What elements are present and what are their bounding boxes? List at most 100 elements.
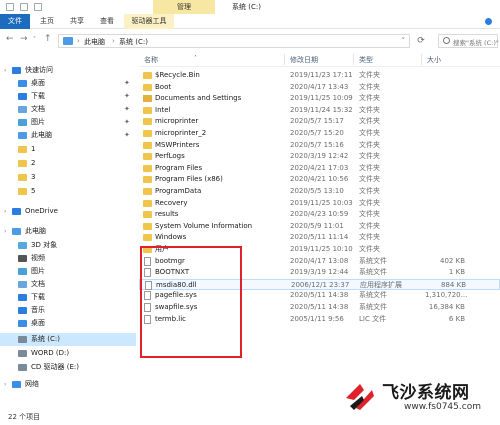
chevron-right-icon[interactable]: › (4, 225, 6, 238)
nav-item[interactable]: 音乐 (0, 304, 136, 317)
file-name: Recovery (155, 198, 188, 207)
nav-item[interactable]: 文档 ✦ (0, 103, 136, 116)
nav-item[interactable]: 5 (0, 185, 136, 198)
folder-icon (143, 188, 152, 195)
pin-icon[interactable]: ✦ (124, 77, 130, 90)
nav-item[interactable]: 图片 (0, 265, 136, 278)
nav-item[interactable]: 系统 (C:) (0, 333, 136, 346)
nav-item[interactable]: 下载 ✦ (0, 90, 136, 103)
manage-tab[interactable]: 管理 (153, 0, 215, 14)
search-input[interactable]: 搜索"系统 (C:)" (438, 34, 499, 48)
file-row[interactable]: Intel 2019/11/24 15:32 文件夹 (139, 105, 500, 117)
nav-item-label: 音乐 (31, 306, 45, 314)
folder-icon (18, 146, 27, 153)
file-row[interactable]: microprinter 2020/5/7 15:17 文件夹 (139, 116, 500, 128)
nav-item[interactable]: › 网络 (0, 378, 136, 391)
file-row[interactable]: Boot 2020/4/17 13:43 文件夹 (139, 82, 500, 94)
file-date-modified: 2020/5/7 15:17 (290, 117, 344, 126)
nav-item[interactable]: 桌面 (0, 317, 136, 330)
column-name[interactable]: 名称 (144, 55, 158, 65)
nav-item[interactable]: 1 (0, 143, 136, 156)
column-size[interactable]: 大小 (427, 55, 441, 65)
file-type: 文件夹 (359, 105, 380, 114)
help-icon[interactable] (485, 18, 492, 25)
file-row[interactable]: Windows 2020/5/11 11:14 文件夹 (139, 232, 500, 244)
file-row[interactable]: System Volume Information 2020/5/9 11:01 文… (139, 221, 500, 233)
file-row[interactable]: $Recycle.Bin 2019/11/23 17:11 文件夹 (139, 70, 500, 82)
file-name: Boot (155, 82, 172, 91)
file-row[interactable]: ProgramData 2020/5/5 13:10 文件夹 (139, 186, 500, 198)
chevron-right-icon[interactable]: › (4, 205, 6, 218)
network-icon (12, 381, 21, 388)
chevron-right-icon[interactable]: › (4, 378, 6, 391)
pin-icon[interactable]: ✦ (124, 90, 130, 103)
file-row[interactable]: microprinter_2 2020/5/7 15:20 文件夹 (139, 128, 500, 140)
nav-item[interactable]: › OneDrive (0, 205, 136, 218)
properties-icon[interactable] (20, 3, 28, 11)
file-name: ProgramData (155, 187, 202, 195)
column-date-modified[interactable]: 修改日期 (290, 55, 318, 65)
recent-dropdown-icon[interactable]: ˅ (33, 36, 36, 43)
pin-icon[interactable]: ✦ (124, 103, 130, 116)
back-arrow-icon[interactable]: ← (6, 34, 14, 44)
file-type: 文件夹 (359, 140, 380, 149)
chevron-right-icon[interactable]: › (4, 64, 6, 77)
pin-icon[interactable]: ✦ (124, 116, 130, 129)
file-date-modified: 2020/4/21 17:03 (290, 163, 349, 172)
nav-item[interactable]: 此电脑 ✦ (0, 129, 136, 142)
nav-item[interactable]: › 此电脑 (0, 225, 136, 238)
nav-item[interactable]: CD 驱动器 (E:) (0, 361, 136, 374)
folder-icon (143, 176, 152, 184)
column-type[interactable]: 类型 (359, 55, 373, 65)
file-row[interactable]: Recovery 2019/11/25 10:03 文件夹 (139, 198, 500, 210)
file-size: 1 KB (448, 268, 465, 277)
tab-home[interactable]: 主页 (33, 14, 61, 29)
up-arrow-icon[interactable]: ↑ (44, 34, 52, 44)
new-folder-icon[interactable] (34, 3, 42, 11)
file-type: 系统文件 (359, 291, 387, 300)
tab-view[interactable]: 查看 (93, 14, 121, 29)
download-icon (18, 93, 27, 100)
nav-item[interactable]: 视频 (0, 252, 136, 265)
nav-item-label: 图片 (31, 118, 45, 126)
save-icon[interactable] (6, 3, 14, 11)
tab-share[interactable]: 共享 (63, 14, 91, 29)
file-row[interactable]: results 2020/4/23 10:59 文件夹 (139, 209, 500, 221)
pin-icon[interactable]: ✦ (124, 129, 130, 142)
file-type: 文件夹 (359, 82, 380, 91)
nav-item[interactable]: 3D 对象 (0, 239, 136, 252)
file-date-modified: 2019/11/25 10:09 (290, 94, 353, 103)
nav-item[interactable]: 图片 ✦ (0, 116, 136, 129)
nav-item[interactable]: 2 (0, 157, 136, 170)
nav-item[interactable]: 3 (0, 171, 136, 184)
file-row[interactable]: Documents and Settings 2019/11/25 10:09 文件… (139, 93, 500, 105)
file-type: 文件夹 (359, 210, 380, 219)
chevron-down-icon[interactable]: ˅ (402, 37, 406, 45)
folder-icon (143, 222, 152, 230)
file-row[interactable]: MSWPrinters 2020/5/7 15:16 文件夹 (139, 140, 500, 152)
nav-item[interactable]: › 快速访问 (0, 64, 136, 77)
navigation-pane[interactable]: › 快速访问 桌面 ✦ 下载 ✦ 文档 ✦ 图片 ✦ 此电脑 ✦ 1 2 3 5 › OneDrive › 此电脑 3D… (0, 52, 138, 409)
address-bar[interactable]: › 此电脑 › 系统 (C:) ˅ (58, 34, 410, 48)
file-type: 系统文件 (359, 303, 387, 311)
refresh-icon[interactable]: ⟳ (414, 34, 428, 48)
breadcrumb-this-pc[interactable]: 此电脑 (84, 37, 105, 47)
breadcrumb-drive-c[interactable]: 系统 (C:) (119, 37, 148, 47)
file-type: LIC 文件 (359, 314, 387, 323)
nav-item[interactable]: 桌面 ✦ (0, 77, 136, 90)
nav-item-label: 图片 (31, 267, 45, 275)
tab-drive-tools[interactable]: 驱动器工具 (124, 14, 174, 29)
window-title: 系统 (C:) (232, 3, 261, 11)
folder-icon (18, 174, 27, 181)
nav-item[interactable]: 下载 (0, 291, 136, 304)
forward-arrow-icon[interactable]: → (20, 34, 28, 44)
file-type: 系统文件 (359, 256, 387, 265)
sort-up-icon: ˄ (194, 55, 197, 62)
file-date-modified: 2019/11/25 10:10 (290, 245, 353, 253)
file-row[interactable]: PerfLogs 2020/3/19 12:42 文件夹 (139, 151, 500, 163)
file-row[interactable]: Program Files 2020/4/21 17:03 文件夹 (139, 163, 500, 175)
file-row[interactable]: Program Files (x86) 2020/4/21 10:56 文件夹 (139, 174, 500, 186)
nav-item[interactable]: 文档 (0, 278, 136, 291)
tab-file[interactable]: 文件 (0, 14, 30, 29)
nav-item[interactable]: WORD (D:) (0, 347, 136, 360)
